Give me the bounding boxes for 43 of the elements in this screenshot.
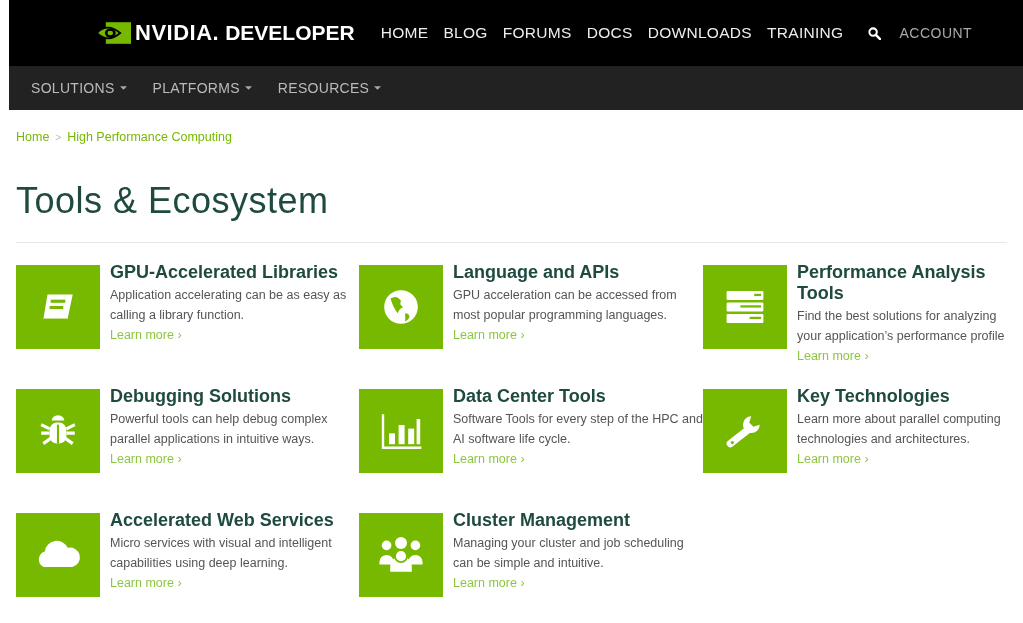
card-description: Find the best solutions for analyzing your application’s performance profile [797, 308, 1006, 345]
card-title[interactable]: Key Technologies [797, 386, 1023, 407]
tile-people-icon[interactable] [359, 513, 443, 597]
page-title: Tools & Ecosystem [16, 180, 330, 222]
nav-link[interactable]: DOCS [586, 24, 633, 42]
dropdown-menu[interactable]: RESOURCES [277, 80, 370, 96]
dropdown-menu[interactable]: SOLUTIONS [31, 80, 115, 96]
tile-wrench-icon[interactable] [703, 389, 787, 473]
card-description: Micro services with visual and intelligent capabilities using deep learning. [110, 535, 333, 572]
tile-bar-chart-icon[interactable] [359, 389, 443, 473]
card-description: Powerful tools can help debug complex parallel applications in intuitive ways. [110, 411, 329, 448]
card-description: Application accelerating can be as easy as calling a library function. [110, 287, 348, 324]
card-description: Managing your cluster and job scheduling can be simple and intuitive. [453, 535, 685, 572]
card-description: GPU acceleration can be accessed from most popular programming languages. [453, 287, 678, 324]
nav-link[interactable]: TRAINING [767, 24, 844, 42]
nav-link[interactable]: HOME [380, 24, 429, 42]
logo-product[interactable]: DEVELOPER [225, 21, 355, 45]
card-title[interactable]: Performance Analysis Tools [797, 262, 1023, 304]
tile-cloud-icon[interactable] [16, 513, 100, 597]
caret-icon [119, 86, 127, 90]
caret-icon [374, 86, 382, 90]
tile-globe-icon[interactable] [359, 265, 443, 349]
card-title[interactable]: Cluster Management [453, 510, 703, 531]
card-title[interactable]: Language and APIs [453, 262, 703, 283]
tile-book-icon[interactable] [16, 265, 100, 349]
nav-link[interactable]: DOWNLOADS [647, 24, 752, 42]
nav-link[interactable]: BLOG [443, 24, 488, 42]
card-title[interactable]: Accelerated Web Services [110, 510, 359, 531]
card-description: Learn more about parallel computing technologies and architectures. [797, 411, 1002, 448]
card-description: Software Tools for every step of the HPC and AI software life cycle. [453, 411, 703, 448]
dropdown-menu[interactable]: PLATFORMS [152, 80, 240, 96]
tile-bug-icon[interactable] [16, 389, 100, 473]
card-title[interactable]: Debugging Solutions [110, 386, 359, 407]
search-icon[interactable] [868, 26, 882, 40]
logo-brand[interactable]: NVIDIA. [135, 20, 220, 46]
card-title[interactable]: Data Center Tools [453, 386, 703, 407]
logo-icon [95, 22, 131, 44]
tile-server-icon[interactable] [703, 265, 787, 349]
nav-link[interactable]: FORUMS [502, 24, 572, 42]
breadcrumb-separator: > [55, 131, 62, 143]
card-title[interactable]: GPU-Accelerated Libraries [110, 262, 359, 283]
caret-icon [244, 86, 252, 90]
account-link[interactable]: ACCOUNT [899, 25, 973, 41]
